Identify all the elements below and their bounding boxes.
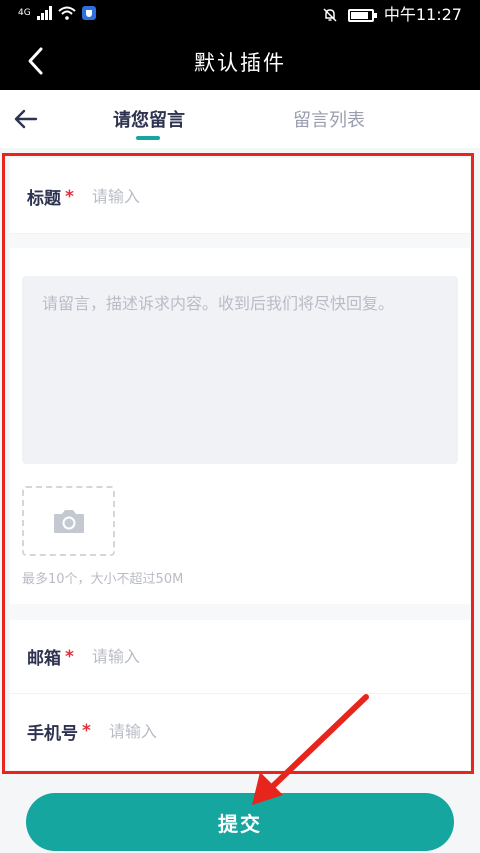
email-row[interactable]: 邮箱 *: [10, 620, 470, 694]
upload-hint: 最多10个，大小不超过50M: [22, 572, 184, 587]
title-label: 标题: [27, 189, 61, 209]
title-row[interactable]: 标题 *: [10, 160, 470, 234]
title-bar: 默认插件: [0, 32, 480, 90]
required-mark: *: [65, 186, 74, 207]
network-type: 4G: [18, 7, 31, 18]
signal-icon: [36, 6, 52, 20]
active-tab-indicator: [136, 136, 160, 140]
tab-leave-message[interactable]: 请您留言: [113, 106, 185, 132]
camera-icon: [53, 510, 84, 533]
title-input[interactable]: [91, 187, 392, 206]
message-form: 标题 * 最多10个，大小不超过50M 邮箱 * 手机号 *: [10, 158, 470, 770]
phone-row[interactable]: 手机号 *: [10, 694, 470, 768]
phone-label: 手机号: [27, 723, 78, 744]
section-divider: [10, 604, 470, 620]
message-textarea-box[interactable]: [22, 276, 458, 464]
tab-message-list[interactable]: 留言列表: [293, 106, 365, 132]
message-textarea[interactable]: [42, 290, 438, 450]
notification-muted-icon: [323, 8, 337, 22]
tab-bar: 请您留言 留言列表: [0, 90, 480, 148]
shield-icon: [81, 6, 96, 20]
page-title: 默认插件: [194, 51, 286, 75]
back-arrow-icon[interactable]: [12, 105, 40, 133]
section-divider: [10, 234, 470, 248]
image-upload-button[interactable]: [22, 486, 115, 556]
status-clock: 中午11:27: [383, 5, 462, 24]
status-bar: 4G 中午11:27: [0, 0, 480, 32]
phone-input[interactable]: [108, 721, 409, 741]
status-left-icons: 4G: [18, 6, 96, 20]
submit-button[interactable]: 提交: [26, 793, 454, 851]
status-right: 中午11:27: [322, 5, 462, 25]
wifi-icon: [58, 6, 76, 20]
email-label: 邮箱: [27, 649, 61, 669]
required-mark: *: [65, 646, 74, 667]
email-input[interactable]: [91, 647, 392, 666]
battery-icon: [347, 8, 377, 22]
required-mark: *: [82, 721, 91, 741]
